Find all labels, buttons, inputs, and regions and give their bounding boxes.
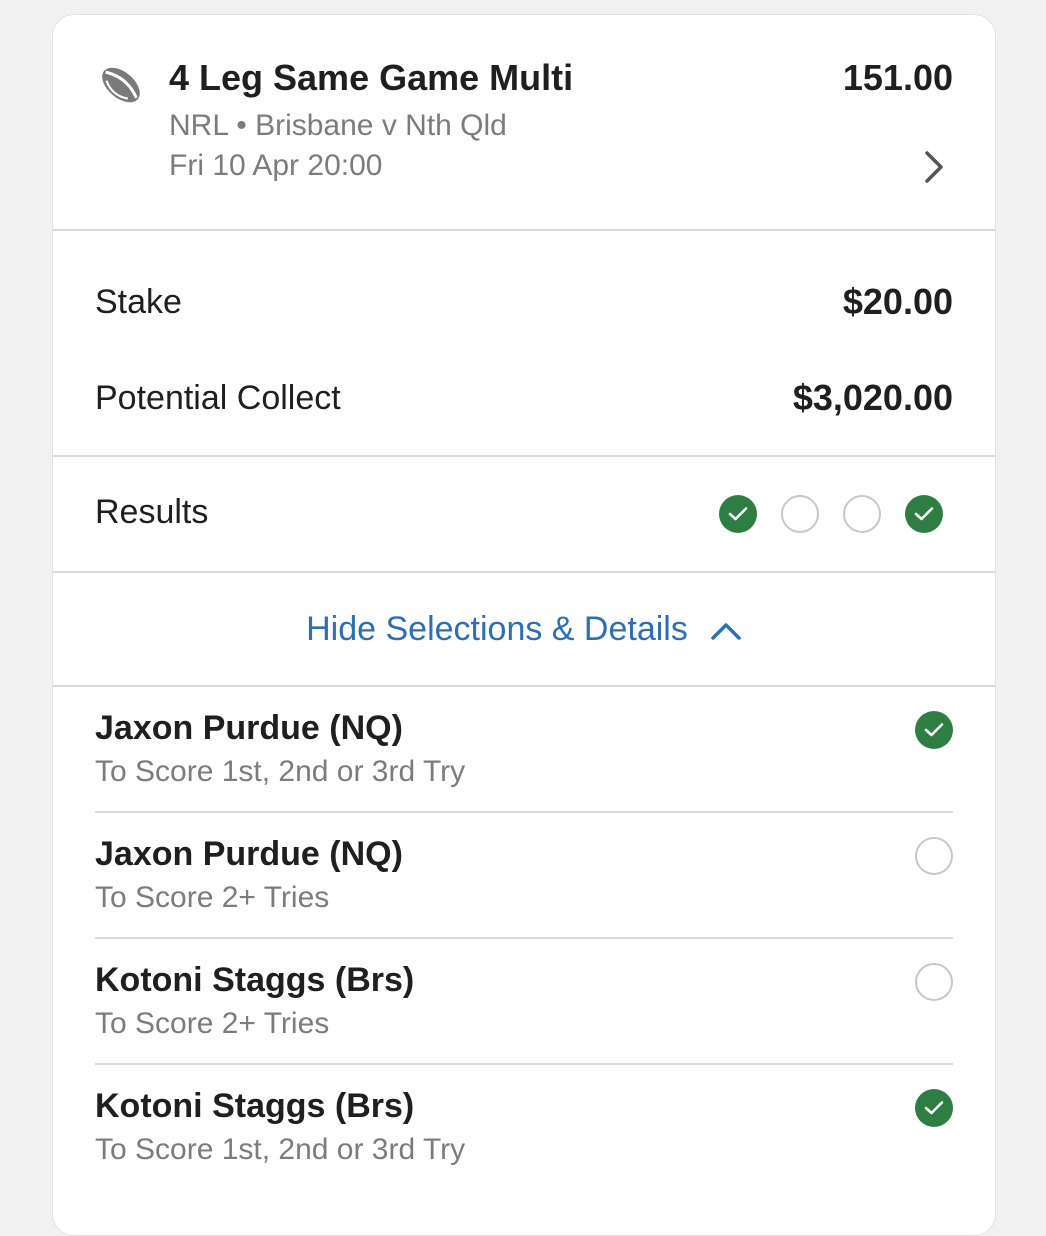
results-indicators — [719, 495, 943, 533]
empty-circle-icon — [843, 495, 881, 533]
collect-label: Potential Collect — [95, 379, 341, 417]
selection-row: Kotoni Staggs (Brs) To Score 1st, 2nd or … — [95, 1065, 953, 1189]
chevron-up-icon — [711, 623, 741, 640]
selection-row: Jaxon Purdue (NQ) To Score 2+ Tries — [95, 813, 953, 939]
selection-market: To Score 2+ Tries — [95, 1007, 330, 1040]
check-circle-icon — [915, 711, 953, 749]
toggle-label: Hide Selections & Details — [306, 609, 688, 648]
results-label: Results — [95, 493, 209, 531]
empty-circle-icon — [781, 495, 819, 533]
selection-market: To Score 1st, 2nd or 3rd Try — [95, 1133, 466, 1166]
selection-name: Kotoni Staggs (Brs) — [95, 961, 415, 999]
bet-header[interactable]: 4 Leg Same Game Multi 151.00 NRL • Brisb… — [53, 15, 995, 231]
rugby-ball-icon — [102, 67, 140, 103]
bet-card: 4 Leg Same Game Multi 151.00 NRL • Brisb… — [52, 14, 996, 1236]
stake-section: Stake $20.00 Potential Collect $3,020.00 — [53, 231, 995, 457]
check-circle-icon — [915, 1089, 953, 1127]
hide-selections-toggle[interactable]: Hide Selections & Details — [53, 573, 995, 687]
collect-value: $3,020.00 — [792, 377, 953, 418]
check-circle-icon — [719, 495, 757, 533]
event-name: NRL • Brisbane v Nth Qld — [169, 109, 507, 142]
chevron-right-icon[interactable] — [923, 149, 945, 185]
selection-market: To Score 2+ Tries — [95, 881, 330, 914]
selection-name: Jaxon Purdue (NQ) — [95, 709, 403, 747]
selection-row: Jaxon Purdue (NQ) To Score 1st, 2nd or 3r… — [95, 687, 953, 813]
selection-row: Kotoni Staggs (Brs) To Score 2+ Tries — [95, 939, 953, 1065]
stake-label: Stake — [95, 283, 182, 321]
selection-name: Jaxon Purdue (NQ) — [95, 835, 403, 873]
check-circle-icon — [905, 495, 943, 533]
results-row: Results — [53, 457, 995, 573]
selection-name: Kotoni Staggs (Brs) — [95, 1087, 415, 1125]
selection-market: To Score 1st, 2nd or 3rd Try — [95, 755, 466, 788]
empty-circle-icon — [915, 837, 953, 875]
empty-circle-icon — [915, 963, 953, 1001]
selections-list: Jaxon Purdue (NQ) To Score 1st, 2nd or 3r… — [53, 687, 995, 1189]
bet-odds: 151.00 — [842, 57, 953, 98]
stake-value: $20.00 — [842, 281, 953, 322]
event-datetime: Fri 10 Apr 20:00 — [169, 149, 383, 182]
bet-title: 4 Leg Same Game Multi — [169, 57, 574, 98]
